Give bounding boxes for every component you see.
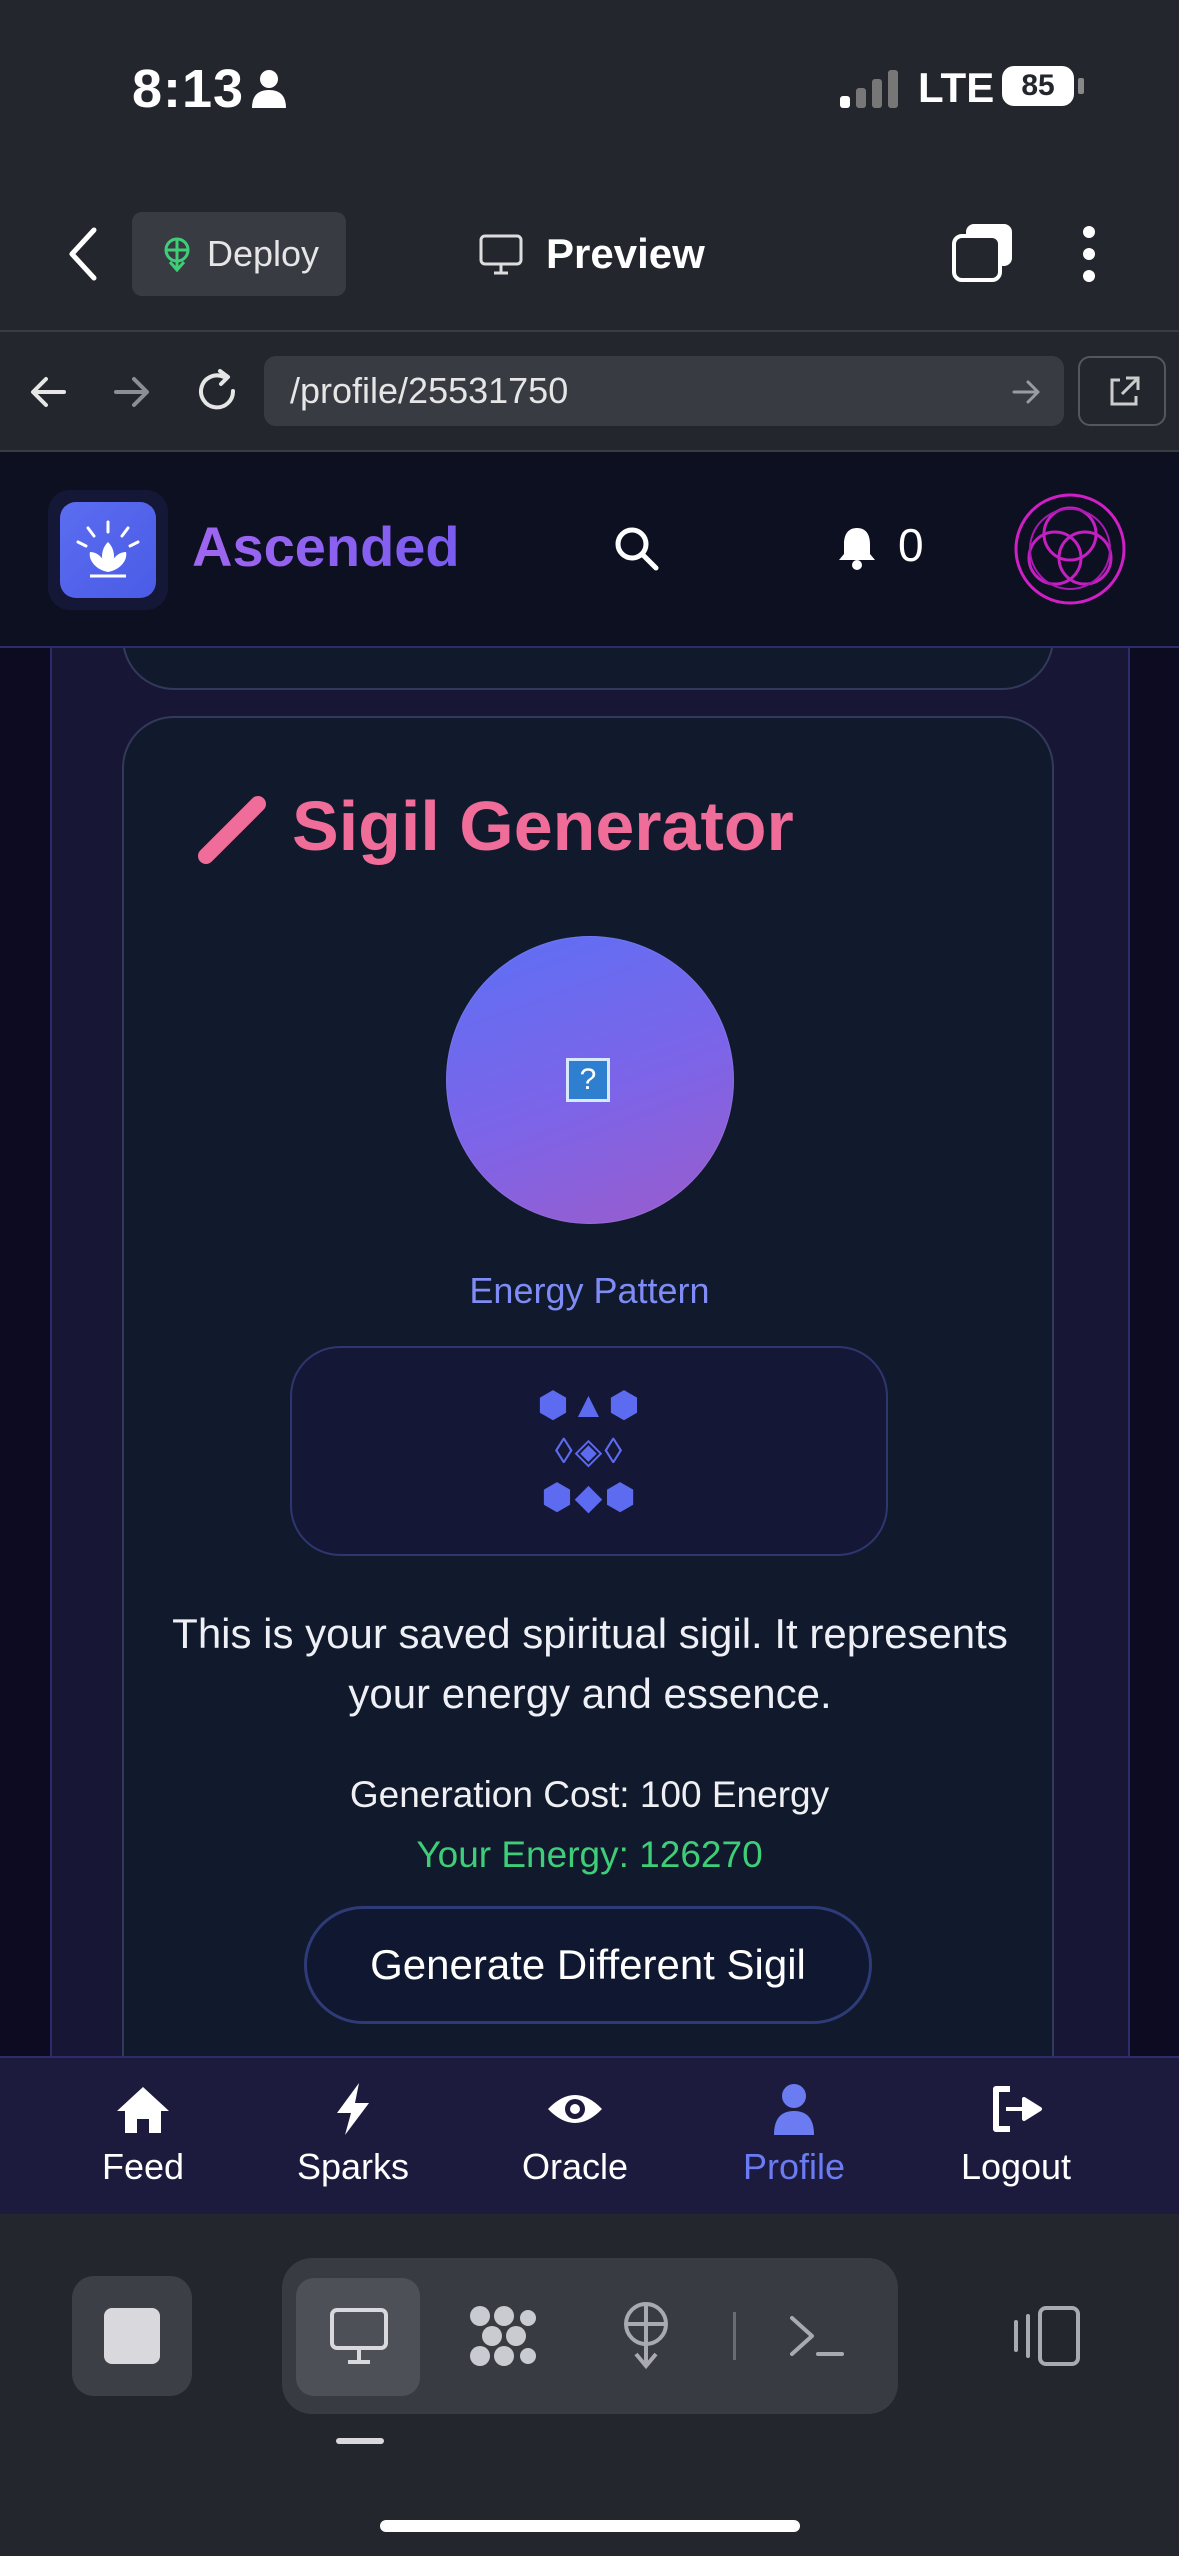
- preview-tab[interactable]: Preview: [478, 222, 705, 286]
- search-icon[interactable]: [612, 524, 660, 572]
- tabs-icon[interactable]: [950, 222, 1016, 284]
- preview-label: Preview: [546, 230, 705, 277]
- card-title: Sigil Generator: [292, 787, 794, 865]
- avatar-sigil-icon[interactable]: [1010, 492, 1130, 606]
- back-chevron-icon[interactable]: [66, 226, 100, 282]
- magic-wand-icon: [198, 796, 266, 864]
- nav-item-oracle[interactable]: Oracle: [485, 2080, 665, 2188]
- nav-label: Oracle: [521, 2146, 629, 2187]
- open-external-button[interactable]: [1078, 356, 1166, 426]
- network-type: LTE: [918, 64, 995, 111]
- bell-icon[interactable]: [836, 524, 878, 570]
- monitor-icon: [479, 234, 523, 275]
- eye-icon: [548, 2095, 602, 2123]
- deploy-globe-icon[interactable]: [616, 2300, 676, 2370]
- nav-label: Feed: [101, 2146, 185, 2187]
- previous-card: [122, 648, 1054, 690]
- stop-icon: [104, 2308, 160, 2364]
- nav-item-feed[interactable]: Feed: [53, 2080, 233, 2188]
- reload-icon[interactable]: [194, 368, 240, 414]
- nodes-icon[interactable]: [466, 2304, 542, 2368]
- user-energy: Your Energy: 126270: [416, 1834, 763, 1875]
- go-arrow-icon[interactable]: [1012, 378, 1042, 406]
- terminal-icon[interactable]: [786, 2310, 846, 2362]
- sidebar-toggle-icon[interactable]: [1010, 2304, 1082, 2368]
- deploy-label: Deploy: [206, 233, 320, 274]
- battery-icon: 85: [1002, 66, 1074, 106]
- lotus-logo-icon: [60, 502, 156, 598]
- nav-forward-arrow-icon[interactable]: [112, 374, 152, 410]
- nav-label: Profile: [742, 2146, 846, 2187]
- external-link-icon: [1110, 376, 1140, 406]
- sigil-description: This is your saved spiritual sigil. It r…: [172, 1610, 1008, 1717]
- nav-label: Logout: [960, 2146, 1072, 2187]
- pattern-row: ◊◈◊: [554, 1430, 625, 1471]
- bolt-icon: [337, 2083, 369, 2135]
- active-indicator: [336, 2438, 384, 2444]
- generate-sigil-button[interactable]: Generate Different Sigil: [304, 1906, 872, 2024]
- signal-icon: [840, 70, 898, 108]
- notification-count: 0: [898, 519, 924, 571]
- clock: 8:13: [132, 59, 245, 119]
- monitor-icon: [330, 2308, 388, 2364]
- nav-item-profile[interactable]: Profile: [704, 2080, 884, 2188]
- person-icon: [252, 70, 286, 108]
- deploy-button[interactable]: Deploy: [132, 212, 346, 296]
- logout-icon: [993, 2086, 1042, 2132]
- missing-image-icon: ?: [566, 1058, 610, 1102]
- pattern-row: ⬢◆⬢: [541, 1476, 638, 1517]
- home-indicator: [380, 2520, 800, 2532]
- deploy-icon: [164, 237, 190, 272]
- energy-pattern-label: Energy Pattern: [469, 1270, 710, 1311]
- nav-back-arrow-icon[interactable]: [28, 374, 68, 410]
- battery-tip: [1078, 78, 1084, 94]
- app-header: [0, 452, 1179, 648]
- nav-label: Sparks: [296, 2146, 410, 2187]
- url-field[interactable]: /profile/25531750: [264, 356, 1064, 426]
- divider: [733, 2312, 736, 2360]
- generation-cost: Generation Cost: 100 Energy: [349, 1774, 830, 1815]
- pattern-row: ⬢▲⬢: [537, 1384, 642, 1425]
- home-icon: [117, 2087, 169, 2133]
- nav-item-logout[interactable]: Logout: [926, 2080, 1106, 2188]
- nav-item-sparks[interactable]: Sparks: [263, 2080, 443, 2188]
- user-icon: [774, 2084, 814, 2135]
- brand-name[interactable]: Ascended: [192, 514, 460, 579]
- more-vertical-icon[interactable]: [1080, 224, 1098, 284]
